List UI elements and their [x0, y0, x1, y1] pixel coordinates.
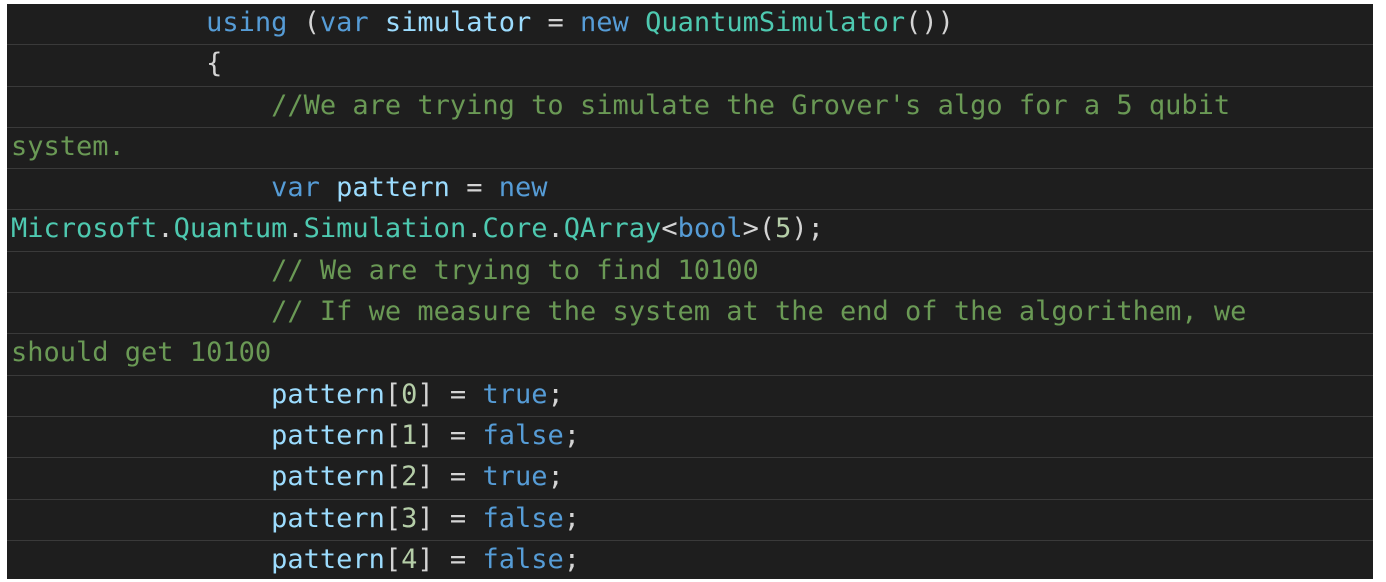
code-line[interactable]: // We are trying to find 10100 — [7, 252, 1373, 294]
code-token: ] = — [417, 502, 483, 534]
code-token: pattern — [271, 378, 385, 410]
code-token: { — [11, 48, 223, 80]
code-token: ] = — [417, 543, 483, 575]
code-token: QuantumSimulator — [645, 7, 906, 38]
code-token: true — [482, 461, 548, 493]
code-token: using — [206, 7, 288, 38]
code-token: Simulation — [303, 213, 467, 245]
code-token: false — [482, 543, 564, 575]
code-token: Core — [482, 213, 548, 245]
code-token: [ — [384, 543, 402, 575]
code-token: 4 — [401, 543, 418, 575]
code-token: new — [580, 7, 629, 38]
code-token: 0 — [401, 378, 418, 410]
code-token: ; — [563, 502, 580, 534]
code-token: [ — [384, 461, 402, 493]
code-line[interactable]: should get 10100 — [7, 334, 1373, 376]
code-token: [ — [384, 419, 402, 451]
code-token: false — [482, 419, 564, 451]
code-token: // We are trying to find 10100 — [271, 254, 759, 286]
code-token: . — [466, 213, 483, 245]
code-token: [ — [384, 378, 402, 410]
code-token: ); — [791, 213, 824, 245]
code-token: ; — [563, 543, 580, 575]
code-line[interactable]: system. — [7, 128, 1373, 170]
code-token: ] = — [417, 461, 483, 493]
code-token: ; — [547, 378, 564, 410]
code-token: . — [547, 213, 564, 245]
code-token: simulator — [384, 7, 532, 38]
code-token: 1 — [401, 419, 418, 451]
code-token: pattern — [271, 502, 385, 534]
code-line[interactable]: { — [7, 45, 1373, 87]
code-line[interactable]: pattern[4] = false; — [7, 541, 1373, 579]
code-token: = — [449, 172, 499, 204]
code-line[interactable]: pattern[3] = false; — [7, 500, 1373, 541]
code-line[interactable]: // If we measure the system at the end o… — [7, 293, 1373, 335]
code-token: pattern — [271, 461, 385, 493]
code-token: ] = — [417, 378, 483, 410]
code-line[interactable]: var pattern = new — [7, 169, 1373, 211]
code-token: = — [531, 7, 581, 38]
code-token: >( — [742, 213, 776, 245]
code-token: // If we measure the system at the end o… — [271, 296, 1247, 328]
code-token: . — [287, 213, 304, 245]
code-token: new — [498, 172, 548, 204]
code-token: var — [319, 7, 369, 38]
code-line[interactable]: pattern[2] = true; — [7, 458, 1373, 500]
code-token: ()) — [905, 7, 954, 38]
code-token: Quantum — [173, 213, 288, 245]
code-token: should get 10100 — [11, 337, 272, 369]
code-token: 5 — [775, 213, 792, 245]
code-token: system. — [11, 130, 125, 162]
code-token: pattern — [336, 172, 450, 204]
code-token: //We are trying to simulate the Grover's… — [271, 89, 1231, 121]
code-token: bool — [677, 213, 743, 245]
code-token: ] = — [417, 419, 483, 451]
code-line[interactable]: pattern[0] = true; — [7, 376, 1373, 417]
code-editor[interactable]: using (var simulator = new QuantumSimula… — [7, 4, 1373, 579]
code-token: < — [661, 213, 678, 245]
code-token: pattern — [271, 419, 385, 451]
code-token: 3 — [401, 502, 418, 534]
code-line[interactable]: //We are trying to simulate the Grover's… — [7, 87, 1373, 128]
code-line[interactable]: using (var simulator = new QuantumSimula… — [7, 4, 1373, 46]
code-token: 2 — [401, 461, 418, 493]
code-token: ( — [287, 7, 320, 38]
code-token: var — [271, 172, 320, 204]
code-token: true — [482, 378, 548, 410]
code-token: [ — [384, 502, 402, 534]
code-token: Microsoft — [11, 213, 158, 245]
code-token: pattern — [271, 543, 385, 575]
code-token: QArray — [563, 213, 662, 245]
code-line[interactable]: Microsoft.Quantum.Simulation.Core.QArray… — [7, 210, 1373, 252]
code-token: ; — [547, 461, 564, 493]
code-token: . — [157, 213, 174, 245]
code-line[interactable]: pattern[1] = false; — [7, 417, 1373, 459]
code-token: ; — [563, 419, 580, 451]
code-token: false — [482, 502, 564, 534]
